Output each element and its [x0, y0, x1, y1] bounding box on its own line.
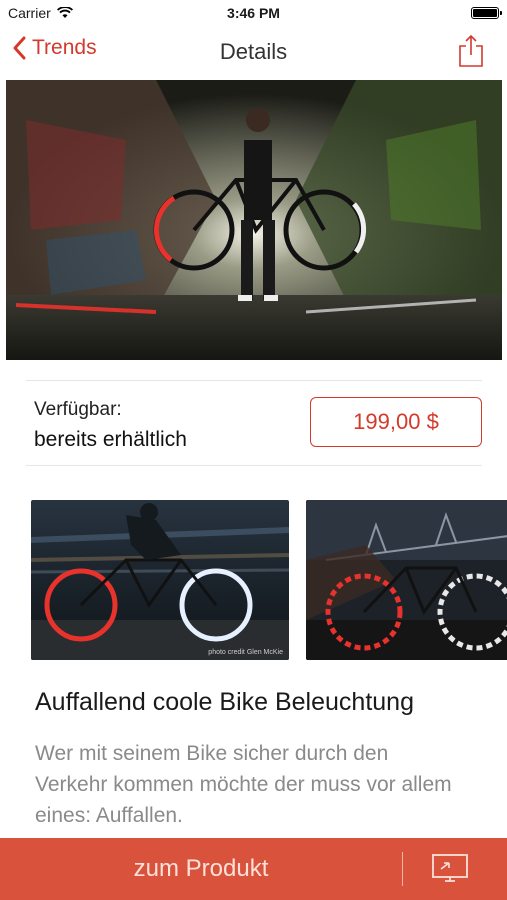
- share-icon[interactable]: [457, 34, 485, 68]
- footer-divider: [402, 852, 403, 886]
- chevron-left-icon: [13, 36, 26, 60]
- hero-image: [6, 80, 502, 360]
- price-button[interactable]: 199,00 $: [310, 397, 482, 447]
- article-title: Auffallend coole Bike Beleuchtung: [35, 688, 414, 716]
- gallery-image-1[interactable]: photo credit Glen McKie: [31, 500, 289, 660]
- bridge-bike-photo: [306, 500, 507, 660]
- product-button[interactable]: zum Produkt: [0, 838, 402, 900]
- gallery-image-2[interactable]: [306, 500, 507, 660]
- status-left: Carrier: [8, 5, 73, 21]
- availability-section: Verfügbar: bereits erhältlich 199,00 $: [26, 380, 482, 466]
- navigation-bar: Trends Details: [0, 26, 507, 78]
- page-title: Details: [219, 39, 288, 64]
- carrier-label: Carrier: [8, 5, 51, 21]
- battery-icon: [471, 7, 502, 19]
- back-button[interactable]: Trends: [12, 36, 97, 60]
- night-rider-photo: photo credit Glen McKie: [31, 500, 289, 660]
- back-label: Trends: [32, 36, 97, 59]
- tunnel-bike-photo: [6, 80, 502, 360]
- screen-share-icon: [432, 854, 468, 882]
- status-time: 3:46 PM: [227, 5, 280, 21]
- photo-credit: photo credit Glen McKie: [208, 649, 283, 656]
- status-bar: Carrier 3:46 PM: [0, 0, 507, 26]
- availability-label: Verfügbar:: [34, 399, 122, 420]
- footer-action-bar: zum Produkt: [0, 838, 507, 900]
- airplay-button[interactable]: [425, 850, 475, 888]
- image-gallery[interactable]: photo credit Glen McKie: [0, 500, 507, 660]
- article-body: Wer mit seinem Bike sicher durch den Ver…: [35, 742, 452, 827]
- wifi-icon: [56, 7, 73, 18]
- availability-value: bereits erhältlich: [34, 428, 187, 451]
